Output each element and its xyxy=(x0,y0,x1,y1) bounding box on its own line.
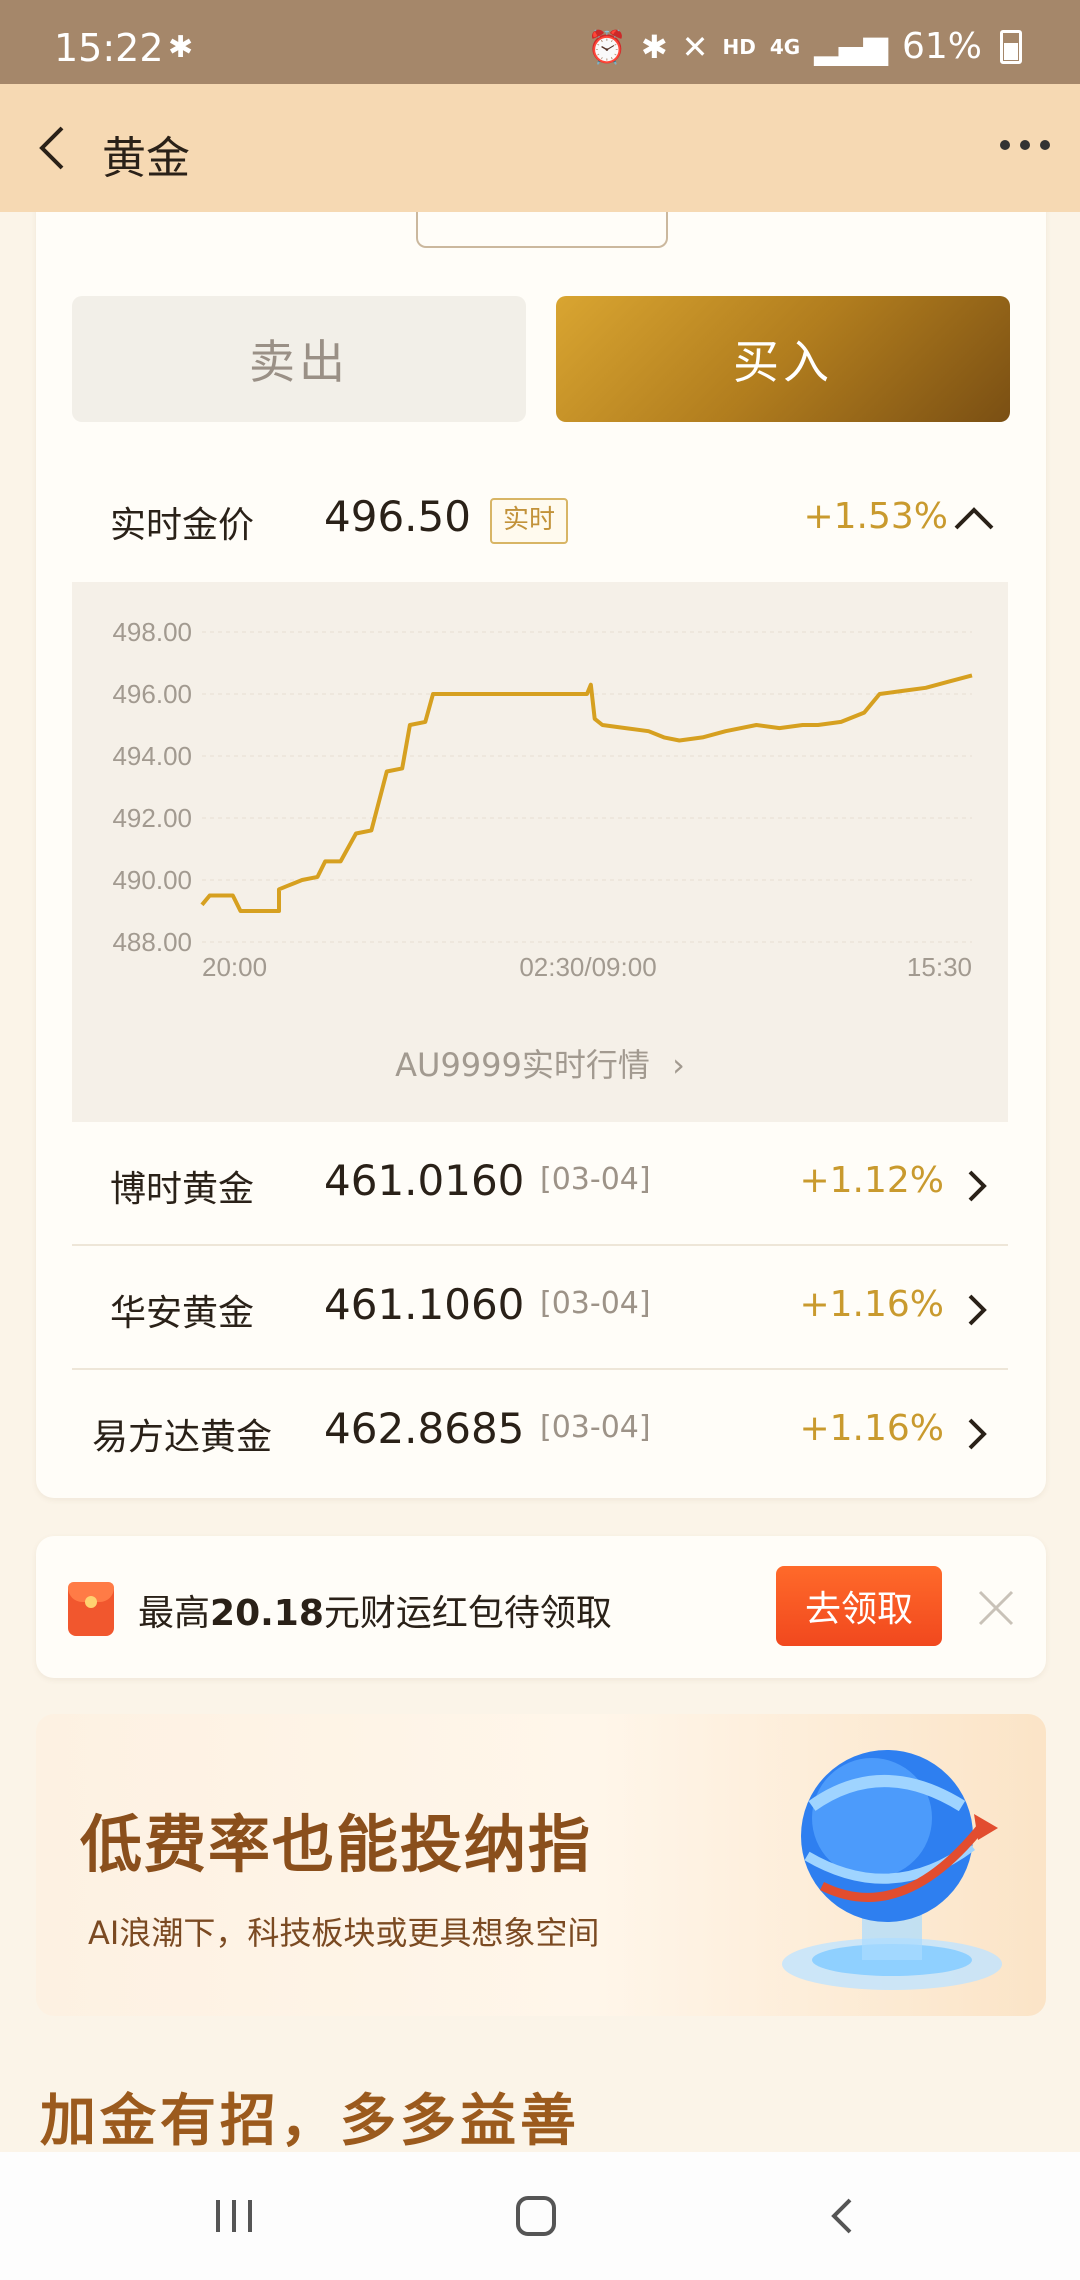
price-chart: 498.00 496.00 494.00 492.00 490.00 488.00 20:0… xyxy=(72,582,1008,1122)
section-title: 加金有招，多多益善 xyxy=(40,2089,580,2154)
chevron-right-icon xyxy=(968,1170,987,1202)
chevron-right-icon xyxy=(968,1294,987,1326)
price-series-line xyxy=(200,673,973,913)
fund-row[interactable]: 华安黄金 461.1060 [03-04] +1.16% xyxy=(72,1246,1008,1370)
chevron-right-icon xyxy=(968,1418,987,1450)
red-packet-icon xyxy=(68,1582,114,1636)
back-icon[interactable] xyxy=(822,2186,862,2246)
recent-apps-icon[interactable] xyxy=(212,2186,258,2246)
y-tick-label: 492.00 xyxy=(112,803,192,833)
x-tick-label: 02:30/09:00 xyxy=(519,952,656,982)
buy-button[interactable]: 买入 xyxy=(556,296,1010,422)
hd-indicator: HD xyxy=(722,34,756,59)
fund-row[interactable]: 博时黄金 461.0160 [03-04] +1.12% xyxy=(72,1122,1008,1246)
battery-icon xyxy=(1000,29,1022,64)
chevron-up-icon[interactable] xyxy=(952,502,996,532)
chevron-right-icon: › xyxy=(672,1046,685,1084)
bluetooth-icon: ✱ xyxy=(168,30,194,65)
fund-change: +1.16% xyxy=(799,1408,944,1449)
nasdaq-banner[interactable]: 低费率也能投纳指 AI浪潮下，科技板块或更具想象空间 xyxy=(36,1714,1046,2016)
promo-amount: 20.18 xyxy=(210,1593,324,1634)
fund-date: [03-04] xyxy=(540,1286,651,1321)
x-tick-label: 20:00 xyxy=(202,952,267,982)
au9999-link-label: AU9999实时行情 xyxy=(395,1046,650,1084)
realtime-badge: 实时 xyxy=(490,498,568,544)
fund-date: [03-04] xyxy=(540,1410,651,1445)
au9999-link[interactable]: AU9999实时行情 › xyxy=(72,1040,1008,1086)
fund-name: 华安黄金 xyxy=(110,1293,255,1334)
signal-icon: ▂▄▆ xyxy=(814,27,888,66)
y-tick-label: 494.00 xyxy=(112,741,192,771)
back-arrow-icon[interactable] xyxy=(26,120,82,176)
close-icon[interactable] xyxy=(976,1588,1016,1628)
x-tick-label: 15:30 xyxy=(907,952,972,982)
home-icon[interactable] xyxy=(512,2186,562,2246)
battery-percent: 61% xyxy=(901,26,982,67)
page-title: 黄金 xyxy=(102,133,190,184)
promo-text-pre: 最高 xyxy=(138,1593,211,1634)
alarm-icon: ⏰ xyxy=(587,27,627,66)
promo-text: 最高20.18元财运红包待领取 xyxy=(138,1584,612,1636)
claim-button[interactable]: 去领取 xyxy=(776,1566,942,1646)
fund-name: 博时黄金 xyxy=(110,1169,255,1210)
banner-subtitle: AI浪潮下，科技板块或更具想象空间 xyxy=(88,1914,600,1952)
network-type: 4G xyxy=(769,34,801,59)
y-tick-label: 490.00 xyxy=(112,865,192,895)
fund-change: +1.12% xyxy=(799,1160,944,1201)
status-time: 15:22 xyxy=(54,26,164,70)
realtime-change: +1.53% xyxy=(803,496,948,537)
fund-value: 461.1060 xyxy=(324,1280,525,1329)
fund-value: 461.0160 xyxy=(324,1156,525,1205)
fund-row[interactable]: 易方达黄金 462.8685 [03-04] +1.16% xyxy=(72,1370,1008,1492)
bluetooth-status-icon: ✱ xyxy=(640,27,668,66)
status-icons: ⏰ ✱ ✕ HD 4G ▂▄▆ 61% xyxy=(587,26,1022,67)
globe-icon xyxy=(782,1750,1002,1990)
fund-date: [03-04] xyxy=(540,1162,651,1197)
fund-change: +1.16% xyxy=(799,1284,944,1325)
fund-value: 462.8685 xyxy=(324,1404,525,1453)
y-tick-label: 496.00 xyxy=(112,679,192,709)
banner-title: 低费率也能投纳指 xyxy=(80,1808,593,1881)
more-options-icon[interactable] xyxy=(1000,140,1050,150)
y-tick-label: 488.00 xyxy=(112,927,192,957)
mute-icon: ✕ xyxy=(681,27,709,66)
y-tick-label: 498.00 xyxy=(112,617,192,647)
price-chart-svg: 498.00 496.00 494.00 492.00 490.00 488.00 20:0… xyxy=(112,617,973,982)
fund-name: 易方达黄金 xyxy=(92,1417,273,1458)
system-nav-bar xyxy=(0,2152,1080,2280)
realtime-price-row[interactable]: 实时金价 496.50 实时 +1.53% xyxy=(72,472,1012,568)
sell-button[interactable]: 卖出 xyxy=(72,296,526,422)
promo-text-post: 元财运红包待领取 xyxy=(323,1593,612,1634)
realtime-label: 实时金价 xyxy=(110,505,255,546)
status-bar: 15:22 ✱ ⏰ ✱ ✕ HD 4G ▂▄▆ 61% xyxy=(0,0,1080,84)
red-packet-promo: 最高20.18元财运红包待领取 去领取 xyxy=(36,1536,1046,1678)
top-nav-bar: 黄金 xyxy=(0,84,1080,212)
realtime-price: 496.50 xyxy=(324,492,471,541)
